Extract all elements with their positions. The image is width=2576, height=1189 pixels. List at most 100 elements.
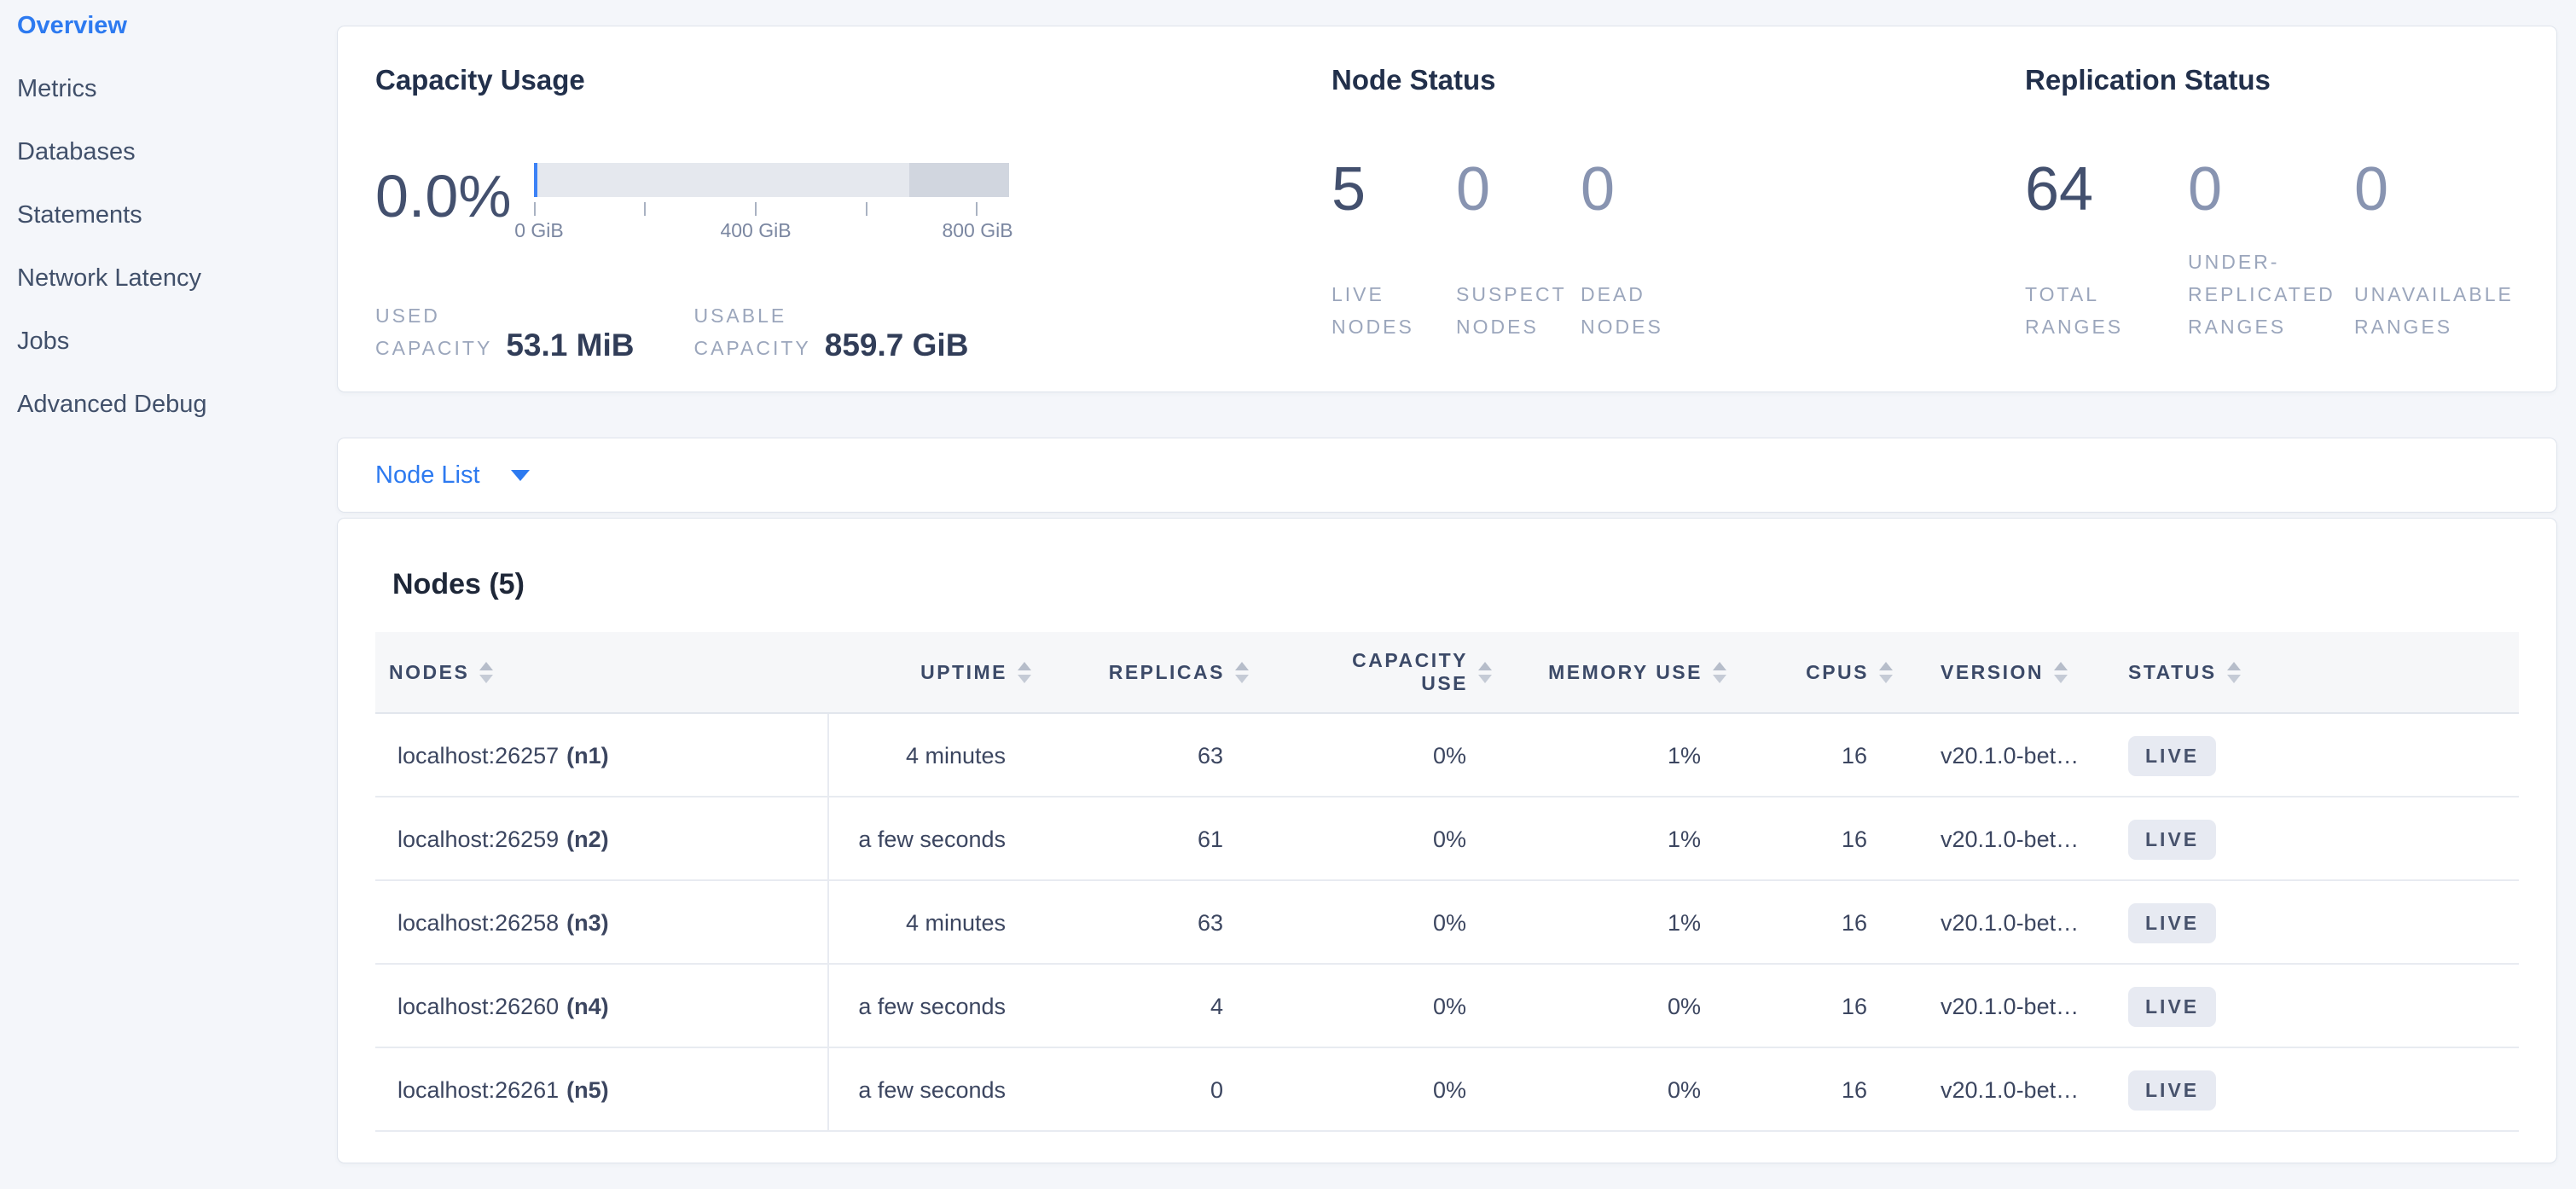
capacity-bar-chart: 0 GiB 400 GiB 800 GiB bbox=[534, 163, 1009, 245]
capacity-use-cell: 0% bbox=[1256, 910, 1499, 937]
nodes-table-title: Nodes (5) bbox=[392, 568, 2556, 601]
node-id: (n3) bbox=[566, 910, 609, 937]
col-header-capacity-use-label: CAPACITY USE bbox=[1352, 649, 1468, 695]
uptime-cell: a few seconds bbox=[829, 1077, 1038, 1104]
sort-icon bbox=[479, 662, 493, 683]
cpus-cell: 16 bbox=[1733, 994, 1900, 1020]
usable-capacity-label: USABLE CAPACITY bbox=[693, 299, 810, 364]
version-cell: v20.1.0-bet… bbox=[1900, 826, 2113, 853]
replication-status-section: Replication Status 64 TOTAL RANGES 0 UND… bbox=[2025, 26, 2556, 392]
node-id: (n4) bbox=[566, 994, 609, 1020]
cpus-cell: 16 bbox=[1733, 1077, 1900, 1104]
col-header-version[interactable]: VERSION bbox=[1900, 661, 2113, 684]
used-capacity-stat: USED CAPACITY 53.1 MiB bbox=[375, 299, 634, 364]
replicas-cell: 0 bbox=[1038, 1077, 1256, 1104]
unavailable-ranges-value: 0 bbox=[2354, 157, 2514, 222]
used-capacity-value: 53.1 MiB bbox=[506, 327, 634, 364]
col-header-cpus-label: CPUS bbox=[1806, 661, 1869, 684]
suspect-nodes-value: 0 bbox=[1456, 157, 1581, 222]
sidebar-item-network-latency[interactable]: Network Latency bbox=[0, 246, 337, 310]
version-cell: v20.1.0-bet… bbox=[1900, 994, 2113, 1020]
capacity-usage-title: Capacity Usage bbox=[375, 64, 1332, 96]
sort-icon bbox=[1478, 662, 1492, 683]
memory-use-cell: 0% bbox=[1499, 1077, 1733, 1104]
nodes-table-card: Nodes (5) NODES UPTIME REPLICAS CAPACITY… bbox=[337, 518, 2557, 1163]
col-header-replicas[interactable]: REPLICAS bbox=[1038, 661, 1256, 684]
node-address: localhost:26259 bbox=[397, 826, 559, 853]
sort-icon bbox=[1879, 662, 1893, 683]
sidebar-item-databases[interactable]: Databases bbox=[0, 120, 337, 183]
capacity-axis-ticks bbox=[534, 202, 978, 216]
sort-icon bbox=[2054, 662, 2068, 683]
replicas-cell: 4 bbox=[1038, 994, 1256, 1020]
status-badge: LIVE bbox=[2128, 820, 2216, 860]
sidebar-item-metrics[interactable]: Metrics bbox=[0, 57, 337, 120]
col-header-memory-use[interactable]: MEMORY USE bbox=[1499, 661, 1733, 684]
under-replicated-ranges-label: UNDER- REPLICATED RANGES bbox=[2188, 246, 2354, 343]
sidebar: Overview Metrics Databases Statements Ne… bbox=[0, 0, 337, 436]
node-status-title: Node Status bbox=[1332, 64, 2025, 96]
table-row[interactable]: localhost:26258(n3) 4 minutes 63 0% 1% 1… bbox=[375, 881, 2519, 965]
table-row[interactable]: localhost:26261(n5) a few seconds 0 0% 0… bbox=[375, 1048, 2519, 1132]
replicas-cell: 61 bbox=[1038, 826, 1256, 853]
table-row[interactable]: localhost:26259(n2) a few seconds 61 0% … bbox=[375, 798, 2519, 881]
cpus-cell: 16 bbox=[1733, 826, 1900, 853]
col-header-nodes-label: NODES bbox=[389, 661, 469, 684]
sort-icon bbox=[1018, 662, 1031, 683]
node-id: (n1) bbox=[566, 743, 609, 769]
replication-stats: 64 TOTAL RANGES 0 UNDER- REPLICATED RANG… bbox=[2025, 157, 2556, 343]
sidebar-item-jobs[interactable]: Jobs bbox=[0, 310, 337, 373]
table-row[interactable]: localhost:26257(n1) 4 minutes 63 0% 1% 1… bbox=[375, 714, 2519, 798]
live-nodes-stat: 5 LIVE NODES bbox=[1332, 157, 1456, 343]
version-cell: v20.1.0-bet… bbox=[1900, 1077, 2113, 1104]
node-status-stats: 5 LIVE NODES 0 SUSPECT NODES 0 DEAD NODE… bbox=[1332, 157, 2025, 343]
col-header-nodes[interactable]: NODES bbox=[375, 661, 829, 684]
axis-label-400: 400 GiB bbox=[720, 219, 791, 242]
live-nodes-label: LIVE NODES bbox=[1332, 278, 1456, 343]
col-header-capacity-use[interactable]: CAPACITY USE bbox=[1256, 649, 1499, 695]
uptime-cell: 4 minutes bbox=[829, 910, 1038, 937]
col-header-uptime[interactable]: UPTIME bbox=[829, 661, 1038, 684]
col-header-memory-use-label: MEMORY USE bbox=[1548, 661, 1703, 684]
capacity-stats: USED CAPACITY 53.1 MiB USABLE CAPACITY 8… bbox=[375, 299, 1332, 364]
cpus-cell: 16 bbox=[1733, 743, 1900, 769]
chevron-down-icon bbox=[511, 470, 530, 481]
col-header-status[interactable]: STATUS bbox=[2113, 661, 2519, 684]
sort-icon bbox=[1713, 662, 1726, 683]
usable-capacity-value: 859.7 GiB bbox=[825, 327, 969, 364]
uptime-cell: a few seconds bbox=[829, 994, 1038, 1020]
sidebar-item-overview[interactable]: Overview bbox=[0, 0, 337, 57]
table-row[interactable]: localhost:26260(n4) a few seconds 4 0% 0… bbox=[375, 965, 2519, 1048]
capacity-bar-dark-segment bbox=[909, 163, 1009, 197]
replicas-cell: 63 bbox=[1038, 910, 1256, 937]
status-badge: LIVE bbox=[2128, 903, 2216, 943]
axis-label-0: 0 GiB bbox=[514, 219, 564, 242]
axis-label-800: 800 GiB bbox=[942, 219, 1012, 242]
unavailable-ranges-stat: 0 UNAVAILABLE RANGES bbox=[2354, 157, 2514, 343]
node-list-dropdown[interactable]: Node List bbox=[375, 461, 530, 490]
sort-icon bbox=[2227, 662, 2241, 683]
capacity-use-cell: 0% bbox=[1256, 1077, 1499, 1104]
status-badge: LIVE bbox=[2128, 736, 2216, 776]
nodes-table-header: NODES UPTIME REPLICAS CAPACITY USE MEMOR… bbox=[375, 632, 2519, 714]
col-header-cpus[interactable]: CPUS bbox=[1733, 661, 1900, 684]
suspect-nodes-stat: 0 SUSPECT NODES bbox=[1456, 157, 1581, 343]
uptime-cell: 4 minutes bbox=[829, 743, 1038, 769]
status-badge: LIVE bbox=[2128, 1070, 2216, 1111]
total-ranges-stat: 64 TOTAL RANGES bbox=[2025, 157, 2188, 343]
capacity-use-cell: 0% bbox=[1256, 826, 1499, 853]
version-cell: v20.1.0-bet… bbox=[1900, 910, 2113, 937]
memory-use-cell: 1% bbox=[1499, 743, 1733, 769]
nodes-table: NODES UPTIME REPLICAS CAPACITY USE MEMOR… bbox=[375, 632, 2519, 1132]
total-ranges-label: TOTAL RANGES bbox=[2025, 278, 2188, 343]
node-address: localhost:26261 bbox=[397, 1077, 559, 1104]
uptime-cell: a few seconds bbox=[829, 826, 1038, 853]
capacity-axis-labels: 0 GiB 400 GiB 800 GiB bbox=[534, 219, 978, 245]
sidebar-item-statements[interactable]: Statements bbox=[0, 183, 337, 246]
capacity-used-percent: 0.0% bbox=[375, 165, 534, 228]
unavailable-ranges-label: UNAVAILABLE RANGES bbox=[2354, 278, 2514, 343]
capacity-usage-section: Capacity Usage 0.0% bbox=[375, 26, 1332, 392]
total-ranges-value: 64 bbox=[2025, 157, 2188, 222]
memory-use-cell: 1% bbox=[1499, 910, 1733, 937]
sidebar-item-advanced-debug[interactable]: Advanced Debug bbox=[0, 373, 337, 436]
